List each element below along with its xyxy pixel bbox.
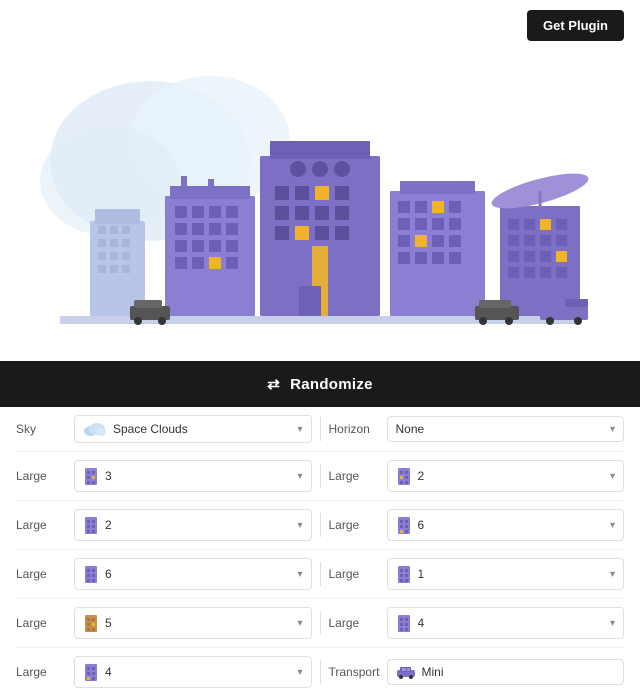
randomize-bar[interactable]: ⇄ Randomize bbox=[0, 361, 640, 407]
horizon-value: None bbox=[396, 422, 425, 436]
large-3-left-value: 6 bbox=[105, 567, 112, 581]
controls-section: Sky Space Clouds ▾ bbox=[0, 407, 640, 696]
building-icon-4 bbox=[83, 613, 99, 633]
sky-label: Sky bbox=[16, 422, 66, 436]
transport-value: Mini bbox=[422, 665, 444, 679]
large-4-right-label: Large bbox=[329, 616, 379, 630]
large-2-right-chevron: ▾ bbox=[610, 520, 615, 531]
large-3-left-select[interactable]: 6 ▾ bbox=[74, 558, 312, 590]
city-illustration bbox=[30, 61, 610, 341]
large-2-left-label: Large bbox=[16, 518, 66, 532]
randomize-icon: ⇄ bbox=[267, 375, 280, 393]
large-2-right-value: 6 bbox=[418, 518, 425, 532]
large-5-left-select[interactable]: 4 ▾ bbox=[74, 656, 312, 688]
large-1-left-select[interactable]: 3 ▾ bbox=[74, 460, 312, 492]
control-row-large-2: Large bbox=[16, 501, 624, 550]
large-4-right-select[interactable]: 4 ▾ bbox=[387, 607, 625, 639]
building-icon-3 bbox=[83, 564, 99, 584]
large-4-left-label: Large bbox=[16, 616, 66, 630]
large-4-left-chevron: ▾ bbox=[297, 618, 302, 629]
large-4-left-value: 5 bbox=[105, 616, 112, 630]
sky-select[interactable]: Space Clouds ▾ bbox=[74, 415, 312, 443]
large-5-left-chevron: ▾ bbox=[297, 667, 302, 678]
large-4-left-select[interactable]: 5 ▾ bbox=[74, 607, 312, 639]
large-3-left-chevron: ▾ bbox=[297, 569, 302, 580]
large-3-left-label: Large bbox=[16, 567, 66, 581]
large-1-right-value: 2 bbox=[418, 469, 425, 483]
large-3-right-select[interactable]: 1 ▾ bbox=[387, 558, 625, 590]
building-icon-r1 bbox=[396, 466, 412, 486]
large-2-left-select[interactable]: 2 ▾ bbox=[74, 509, 312, 541]
large-1-left-label: Large bbox=[16, 469, 66, 483]
building-icon-2 bbox=[83, 515, 99, 535]
large-4-right-chevron: ▾ bbox=[610, 618, 615, 629]
large-1-left-value: 3 bbox=[105, 469, 112, 483]
transport-select[interactable]: Mini bbox=[387, 659, 625, 685]
transport-label: Transport bbox=[329, 665, 379, 679]
control-row-sky: Sky Space Clouds ▾ bbox=[16, 407, 624, 452]
control-row-large-1: Large bbox=[16, 452, 624, 501]
sky-value: Space Clouds bbox=[113, 422, 188, 436]
control-row-large-5: Large bbox=[16, 648, 624, 696]
large-3-right-value: 1 bbox=[418, 567, 425, 581]
horizon-chevron: ▾ bbox=[610, 424, 615, 435]
sky-chevron: ▾ bbox=[297, 424, 302, 435]
large-3-right-label: Large bbox=[329, 567, 379, 581]
large-2-left-chevron: ▾ bbox=[297, 520, 302, 531]
large-5-left-label: Large bbox=[16, 665, 66, 679]
control-row-large-4: Large bbox=[16, 599, 624, 648]
horizon-select[interactable]: None ▾ bbox=[387, 416, 625, 442]
large-5-left-value: 4 bbox=[105, 665, 112, 679]
get-plugin-button[interactable]: Get Plugin bbox=[527, 10, 624, 41]
building-icon-1 bbox=[83, 466, 99, 486]
large-3-right-chevron: ▾ bbox=[610, 569, 615, 580]
large-1-right-label: Large bbox=[329, 469, 379, 483]
large-2-left-value: 2 bbox=[105, 518, 112, 532]
large-2-right-label: Large bbox=[329, 518, 379, 532]
large-1-right-select[interactable]: 2 ▾ bbox=[387, 460, 625, 492]
illustration-area bbox=[0, 51, 640, 361]
large-4-right-value: 4 bbox=[418, 616, 425, 630]
building-icon-r2 bbox=[396, 515, 412, 535]
top-bar: Get Plugin bbox=[0, 0, 640, 51]
building-icon-r3 bbox=[396, 564, 412, 584]
control-row-large-3: Large bbox=[16, 550, 624, 599]
large-1-right-chevron: ▾ bbox=[610, 471, 615, 482]
transport-car-icon bbox=[396, 665, 416, 679]
large-1-left-chevron: ▾ bbox=[297, 471, 302, 482]
randomize-label: Randomize bbox=[290, 376, 373, 393]
large-2-right-select[interactable]: 6 ▾ bbox=[387, 509, 625, 541]
building-icon-5 bbox=[83, 662, 99, 682]
sky-icon bbox=[83, 421, 107, 437]
horizon-label: Horizon bbox=[329, 422, 379, 436]
building-icon-r4 bbox=[396, 613, 412, 633]
